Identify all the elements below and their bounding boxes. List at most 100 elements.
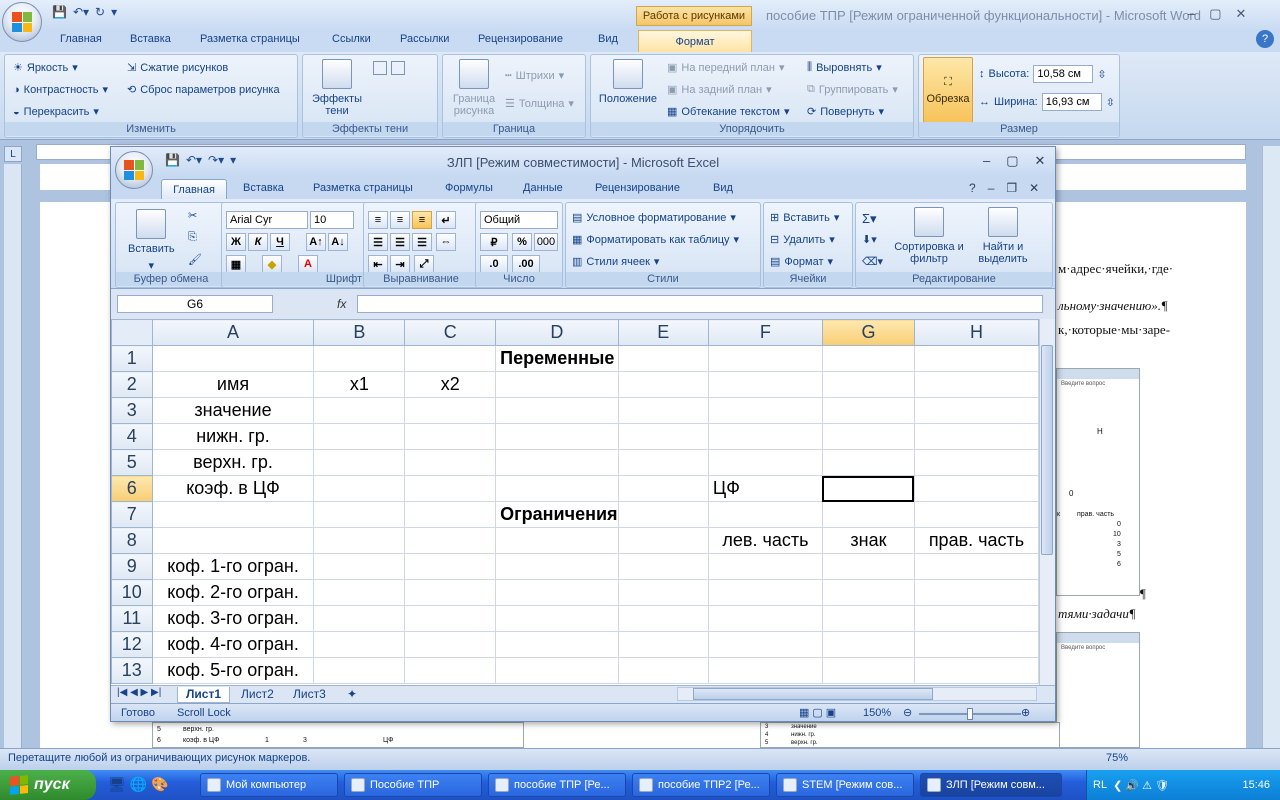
cell[interactable]: коф. 5-го огран. [151, 657, 315, 684]
cell[interactable]: коф. 3-го огран. [151, 605, 315, 632]
cell[interactable]: знак [821, 527, 915, 554]
cell[interactable] [617, 371, 709, 398]
decrease-indent-icon[interactable]: ⇤ [368, 255, 388, 273]
cell[interactable] [913, 553, 1039, 580]
cell[interactable] [913, 631, 1039, 658]
delete-cells-button[interactable]: ⊟ Удалить ▾ [770, 233, 835, 247]
fill-icon[interactable]: ⬇▾ [862, 233, 877, 246]
cell[interactable] [404, 605, 497, 632]
rotate-button[interactable]: ⟳ Повернуть ▾ [807, 105, 884, 119]
cut-icon[interactable]: ✂ [188, 209, 197, 222]
crop-button[interactable]: ⛶ Обрезка [923, 57, 973, 123]
cell[interactable] [313, 345, 406, 372]
cell[interactable] [617, 449, 709, 476]
task-excel-stem[interactable]: STEM [Режим сов... [776, 773, 914, 797]
row-header[interactable]: 7 [111, 501, 153, 528]
zoom-slider-thumb[interactable] [967, 708, 973, 720]
undo-icon[interactable]: ↶▾ [73, 5, 89, 19]
cell[interactable] [495, 631, 619, 658]
restore-icon[interactable]: ❐ [1006, 181, 1017, 195]
cell[interactable]: коф. 4-го огран. [151, 631, 315, 658]
cell[interactable] [313, 475, 406, 502]
embedded-screenshot[interactable]: Введите вопрос [1056, 632, 1140, 748]
bring-to-front-button[interactable]: ▣ На передний план ▾ [667, 61, 785, 75]
percent-button[interactable]: % [512, 233, 532, 251]
embedded-screenshot[interactable]: 3 значение 4 нижн. гр. 5 верхн. гр. [760, 722, 1060, 748]
shadow-effects-button[interactable]: Эффекты тени [309, 59, 365, 117]
cell[interactable] [313, 579, 406, 606]
orientation-icon[interactable]: ⤢ [414, 255, 434, 273]
align-top-icon[interactable]: ≡ [368, 211, 388, 229]
column-header[interactable]: G [821, 319, 915, 346]
format-painter-icon[interactable]: 🖌 [188, 253, 202, 266]
task-excel-zlp[interactable]: ЗЛП [Режим совм... [920, 773, 1062, 797]
cell[interactable] [913, 423, 1039, 450]
column-header[interactable]: E [617, 319, 709, 346]
cell[interactable] [495, 605, 619, 632]
cell[interactable] [707, 501, 823, 528]
cell[interactable] [617, 345, 709, 372]
undo-icon[interactable]: ↶▾ [186, 153, 202, 167]
dashes-button[interactable]: ┅ Штрихи ▾ [505, 69, 564, 83]
excel-tab-formulas[interactable]: Формулы [445, 182, 493, 194]
word-tab-review[interactable]: Рецензирование [478, 33, 563, 45]
font-name-select[interactable]: Arial Cyr [226, 211, 308, 229]
excel-tab-home[interactable]: Главная [161, 179, 227, 199]
excel-zoom-level[interactable]: 150% [863, 707, 891, 719]
format-cells-button[interactable]: ▤ Формат ▾ [770, 255, 833, 269]
cell[interactable] [913, 657, 1039, 684]
merge-center-icon[interactable]: ⇔ [436, 233, 456, 251]
row-header[interactable]: 5 [111, 449, 153, 476]
position-button[interactable]: Положение [595, 59, 661, 105]
align-right-icon[interactable]: ☰ [412, 233, 432, 251]
cell[interactable]: имя [151, 371, 315, 398]
task-word-posobie[interactable]: пособие ТПР [Ре... [488, 773, 626, 797]
close-icon[interactable]: ✕ [1029, 181, 1039, 195]
row-header[interactable]: 3 [111, 397, 153, 424]
fill-color-icon[interactable]: ◆ [262, 255, 282, 273]
vertical-ruler[interactable] [4, 164, 22, 748]
align-center-icon[interactable]: ☰ [390, 233, 410, 251]
name-box[interactable]: G6 [117, 295, 273, 313]
increase-decimal-icon[interactable]: .0 [480, 255, 508, 273]
language-indicator[interactable]: RL [1093, 779, 1107, 791]
cell[interactable] [617, 631, 709, 658]
contrast-button[interactable]: ◑ Контрастность ▾ [13, 83, 108, 97]
sort-filter-button[interactable]: Сортировка и фильтр [894, 207, 964, 265]
excel-tab-insert[interactable]: Вставка [243, 182, 284, 194]
cell[interactable] [313, 527, 406, 554]
cell[interactable] [617, 475, 709, 502]
font-size-select[interactable]: 10 [310, 211, 354, 229]
find-select-button[interactable]: Найти и выделить [968, 207, 1038, 265]
row-header[interactable]: 8 [111, 527, 153, 554]
sheet-tab-3[interactable]: Лист3 [285, 687, 334, 703]
row-header[interactable]: 1 [111, 345, 153, 372]
minimize-icon[interactable]: – [983, 153, 990, 169]
word-tab-home[interactable]: Главная [60, 33, 102, 45]
cell[interactable] [707, 423, 823, 450]
cell[interactable] [313, 501, 406, 528]
cell[interactable] [707, 553, 823, 580]
borders-icon[interactable]: ▦ [226, 255, 246, 273]
cell[interactable] [707, 371, 823, 398]
row-header[interactable]: 4 [111, 423, 153, 450]
cell[interactable] [707, 345, 823, 372]
close-icon[interactable]: ✕ [1035, 153, 1046, 169]
word-vertical-scrollbar[interactable] [1262, 146, 1280, 748]
zoom-out-icon[interactable]: ⊖ [903, 706, 912, 719]
cell[interactable]: Ограничения [495, 501, 619, 528]
decrease-decimal-icon[interactable]: .00 [512, 255, 540, 273]
height-input[interactable]: 10,58 см [1033, 65, 1094, 83]
word-tab-view[interactable]: Вид [598, 33, 618, 45]
cell[interactable] [913, 371, 1039, 398]
cell[interactable] [404, 553, 497, 580]
task-word-posobie2[interactable]: пособие ТПР2 [Ре... [632, 773, 770, 797]
cell[interactable] [617, 605, 709, 632]
bold-button[interactable]: Ж [226, 233, 246, 251]
cell[interactable] [404, 423, 497, 450]
cell[interactable] [151, 501, 315, 528]
cell[interactable] [617, 423, 709, 450]
picture-border-button[interactable]: Граница рисунка [449, 59, 499, 117]
help-icon[interactable]: ? [969, 181, 976, 195]
clear-icon[interactable]: ⌫▾ [862, 255, 883, 268]
